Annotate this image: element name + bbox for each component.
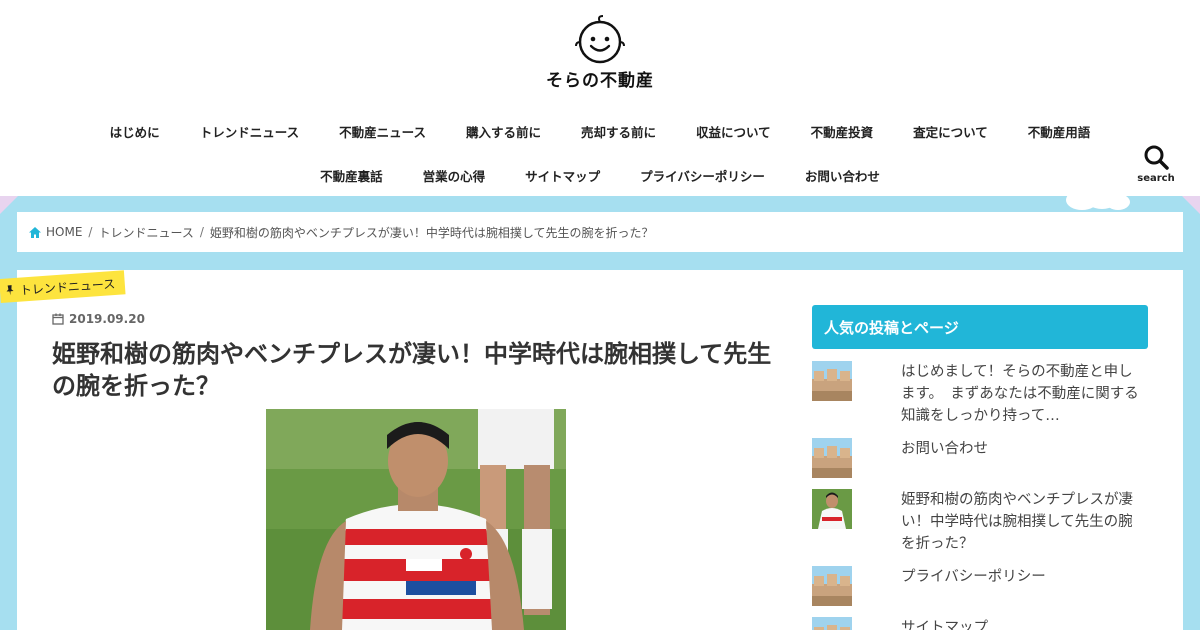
post-date: 2019.09.20 [52,312,145,326]
nav-item-realestate-news[interactable]: 不動産ニュース [319,122,446,141]
popular-post-item[interactable]: 姫野和樹の筋肉やベンチプレスが凄い！中学時代は腕相撲して先生の腕を折った？ [812,489,1148,559]
popular-post-item[interactable]: プライバシーポリシー [812,566,1148,606]
nav-item-sales-tips[interactable]: 営業の心得 [403,166,506,185]
home-icon [28,226,42,239]
corner-decoration-left [0,196,18,214]
building-thumbnail [812,566,852,606]
popular-post-item[interactable]: サイトマップ [812,617,1148,630]
search-label: search [1137,173,1175,184]
popular-post-text: サイトマップ [901,620,988,630]
main-nav-row-1: はじめに トレンドニュース 不動産ニュース 購入する前に 売却する前に 収益につ… [0,122,1200,141]
hero-image-rugby-player [266,409,566,630]
category-tag-label: トレンドニュース [19,276,116,298]
popular-posts-title: 人気の投稿とページ [812,305,1148,349]
post-date-text: 2019.09.20 [69,312,145,326]
search-icon [1144,145,1169,170]
nav-item-sitemap[interactable]: サイトマップ [505,166,620,185]
popular-post-item[interactable]: お問い合わせ [812,438,1148,478]
calendar-icon [52,313,64,325]
breadcrumb-separator: / [88,225,93,239]
main-nav-row-2: 不動産裏話 営業の心得 サイトマップ プライバシーポリシー お問い合わせ [0,166,1200,185]
search-button[interactable]: search [1134,144,1178,184]
building-thumbnail [812,438,852,478]
popular-post-text: プライバシーポリシー [901,569,1046,585]
popular-post-text: はじめまして！そらの不動産と申します。 まずあなたは不動産に関する知識をしっかり… [901,364,1139,424]
nav-item-income[interactable]: 収益について [676,122,791,141]
site-name: そらの不動産 [546,71,654,91]
pin-icon [6,285,14,296]
nav-item-contact[interactable]: お問い合わせ [785,166,900,185]
breadcrumb-current: 姫野和樹の筋肉やベンチプレスが凄い！中学時代は腕相撲して先生の腕を折った？ [209,225,654,240]
site-logo[interactable]: そらの不動産 [540,14,660,91]
nav-item-before-selling[interactable]: 売却する前に [561,122,676,141]
popular-post-item[interactable]: はじめまして！そらの不動産と申します。 まずあなたは不動産に関する知識をしっかり… [812,361,1148,431]
post-title: 姫野和樹の筋肉やベンチプレスが凄い！中学時代は腕相撲して先生の腕を折った？ [52,340,772,400]
corner-decoration-right [1182,196,1200,214]
nav-item-glossary[interactable]: 不動産用語 [1008,122,1111,141]
breadcrumb-separator: / [199,225,204,239]
nav-item-appraisal[interactable]: 査定について [893,122,1008,141]
rugby-thumbnail [812,489,852,529]
nav-item-backstory[interactable]: 不動産裏話 [300,166,403,185]
site-header: そらの不動産 はじめに トレンドニュース 不動産ニュース 購入する前に 売却する… [0,0,1200,196]
breadcrumb-category[interactable]: トレンドニュース [98,224,193,241]
popular-post-text: お問い合わせ [901,441,988,457]
nav-item-hajimeni[interactable]: はじめに [90,122,180,141]
breadcrumb-home[interactable]: HOME [46,225,82,239]
nav-item-privacy[interactable]: プライバシーポリシー [620,166,785,185]
cloud-decoration-icon [1066,183,1130,210]
breadcrumb: HOME / トレンドニュース / 姫野和樹の筋肉やベンチプレスが凄い！中学時代… [17,212,1183,252]
building-thumbnail [812,617,852,630]
popular-post-text: 姫野和樹の筋肉やベンチプレスが凄い！中学時代は腕相撲して先生の腕を折った？ [901,492,1133,552]
smiley-logo-icon [575,15,625,64]
nav-item-investment[interactable]: 不動産投資 [791,122,894,141]
nav-item-trend-news[interactable]: トレンドニュース [180,122,319,141]
nav-item-before-buying[interactable]: 購入する前に [446,122,561,141]
building-thumbnail [812,361,852,401]
